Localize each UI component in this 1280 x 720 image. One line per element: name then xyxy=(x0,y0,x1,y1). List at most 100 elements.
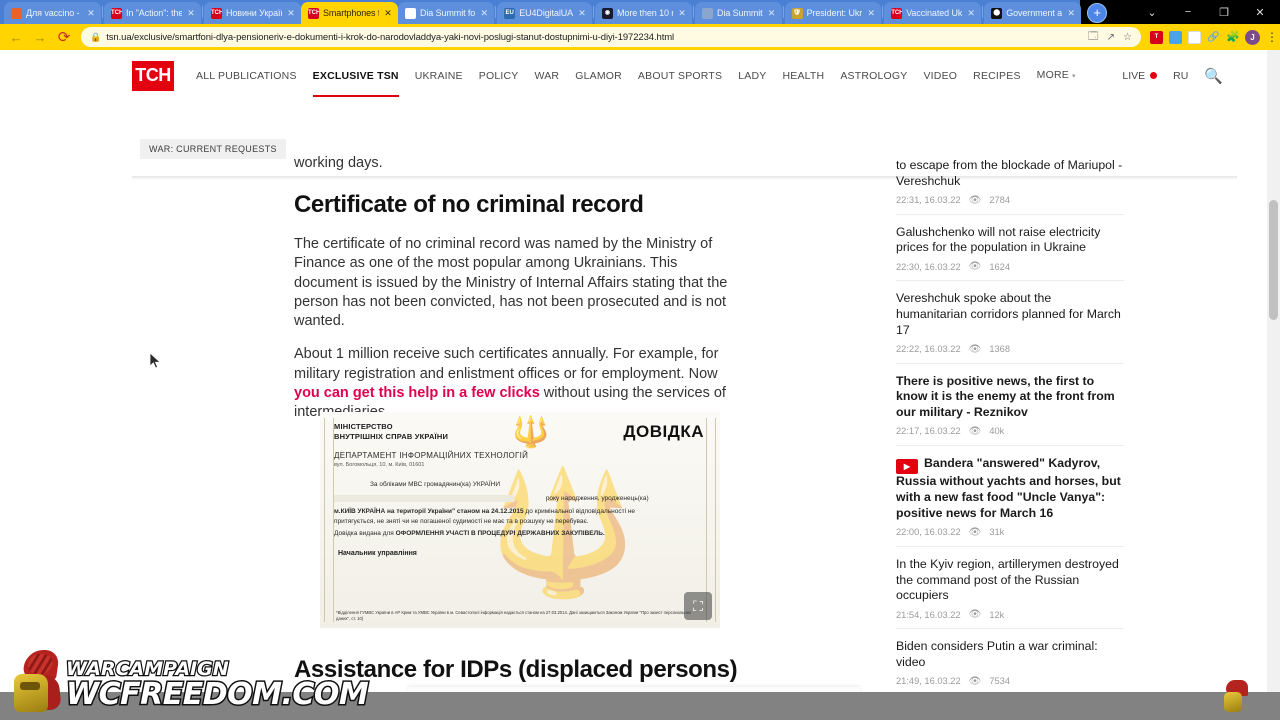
window-controls: ⌄ − ❐ ✕ xyxy=(1134,0,1280,24)
reload-button[interactable]: ⟳ xyxy=(52,25,76,49)
forward-button[interactable]: → xyxy=(28,25,52,49)
nav-item-exclusive-tsn[interactable]: EXCLUSIVE TSN xyxy=(305,61,407,97)
certificate-body-line-2: року народження, уродженець(ка) xyxy=(545,495,649,502)
bookmark-star-icon[interactable]: ☆ xyxy=(1123,32,1132,43)
news-item-views: 40k xyxy=(989,426,1005,437)
tab-title: More then 10 n xyxy=(617,8,674,18)
site-logo[interactable]: TCH xyxy=(132,60,174,91)
nav-item-video[interactable]: VIDEO xyxy=(915,61,965,91)
nav-item-glamor[interactable]: GLAMOR xyxy=(567,61,630,91)
eye-icon: 👁 xyxy=(968,609,982,621)
puzzle-extension-icon[interactable]: 🧩 xyxy=(1226,30,1240,44)
white-extension-icon[interactable] xyxy=(1188,30,1201,44)
news-item-meta: 22:00, 16.03.22 👁 31k xyxy=(896,527,1124,538)
certificate-date: 24.12.2015 xyxy=(491,508,524,515)
news-item-time: 22:17, 16.03.22 xyxy=(896,426,961,437)
tab-strip: Для vaccino - Е ✕ TCH In "Action": the ✕… xyxy=(0,0,1280,24)
news-list-item[interactable]: Galushchenko will not raise electricity … xyxy=(896,221,1124,282)
nav-item-war[interactable]: WAR xyxy=(526,61,567,91)
certificate-body-line-5-bold: ОФОРМЛЕННЯ УЧАСТІ В ПРОЦЕДУРІ ДЕРЖАВНИХ … xyxy=(395,530,605,537)
tab-favicon-icon: TCH xyxy=(111,7,122,19)
tab-close-icon[interactable]: ✕ xyxy=(186,8,196,19)
nav-item-health[interactable]: HEALTH xyxy=(774,61,832,91)
news-item-title: to escape from the blockade of Mariupol … xyxy=(896,158,1123,188)
browser-tab[interactable]: G Dia Summit fo ✕ xyxy=(398,2,495,24)
share-icon[interactable]: ↗ xyxy=(1107,32,1115,43)
blue-extension-icon[interactable] xyxy=(1169,30,1182,44)
live-indicator[interactable]: LIVE xyxy=(1122,70,1158,82)
tab-close-icon[interactable]: ✕ xyxy=(383,8,393,19)
news-item-meta: 22:30, 16.03.22 👁 1624 xyxy=(896,261,1124,272)
profile-avatar[interactable]: J xyxy=(1245,29,1260,45)
expand-fullscreen-icon[interactable]: ⛶ xyxy=(684,592,712,620)
browser-tab[interactable]: TCH In "Action": the ✕ xyxy=(104,2,201,24)
nav-item-more[interactable]: MORE ▾ xyxy=(1029,60,1084,92)
news-list-item[interactable]: to escape from the blockade of Mariupol … xyxy=(896,154,1124,215)
certificate-body-line-3a: м.КИЇВ УКРАЇНА на території України" ста… xyxy=(334,508,492,515)
window-maximize-icon[interactable]: ❐ xyxy=(1206,0,1242,24)
browser-tab[interactable]: Для vaccino - Е ✕ xyxy=(4,2,101,24)
browser-tab[interactable]: ⬤ Government ac ✕ xyxy=(984,2,1082,24)
browser-tab[interactable]: 🛡 President: Ukr ✕ xyxy=(784,2,882,24)
link-extension-icon[interactable]: 🔗 xyxy=(1207,30,1220,44)
browser-tab[interactable]: TCH Vaccinated Ukr ✕ xyxy=(884,2,982,24)
certificate-body-line-4: притягується, не зняті чи не погашеної с… xyxy=(334,518,589,525)
paragraph-2-pre: About 1 million receive such certificate… xyxy=(294,346,719,382)
tab-close-icon[interactable]: ✕ xyxy=(577,8,587,19)
news-list-item[interactable]: Vereshchuk spoke about the humanitarian … xyxy=(896,287,1124,364)
chrome-menu-icon[interactable]: ⋮ xyxy=(1266,30,1278,44)
news-item-meta: 21:49, 16.03.22 👁 7534 xyxy=(896,676,1124,687)
war-current-requests-tag[interactable]: WAR: CURRENT REQUESTS xyxy=(140,139,286,159)
site-header-right: LIVE RU 🔍 xyxy=(1122,67,1223,85)
tab-close-icon[interactable]: ✕ xyxy=(677,8,687,19)
certificate-image[interactable]: 🔱 🔱 МІНІСТЕРСТВО ВНУТРІШНІХ СПРАВ УКРАЇН… xyxy=(320,412,720,628)
certificate-scan: 🔱 🔱 МІНІСТЕРСТВО ВНУТРІШНІХ СПРАВ УКРАЇН… xyxy=(320,412,720,628)
browser-tab[interactable]: TCH Новини Україн ✕ xyxy=(204,2,301,24)
news-item-meta: 22:17, 16.03.22 👁 40k xyxy=(896,426,1124,437)
news-list-item[interactable]: Biden considers Putin a war criminal: vi… xyxy=(896,635,1124,696)
inline-link-get-help[interactable]: you can get this help in a few clicks xyxy=(294,385,540,401)
browser-tab[interactable]: ◉ More then 10 n ✕ xyxy=(595,2,693,24)
web-page: TCH ALL PUBLICATIONS EXCLUSIVE TSN UKRAI… xyxy=(0,50,1280,720)
tab-close-icon[interactable]: ✕ xyxy=(286,8,296,19)
browser-tab-active[interactable]: TCH Smartphones f ✕ xyxy=(301,2,398,24)
nav-item-ukraine[interactable]: UKRAINE xyxy=(407,61,471,91)
nav-item-astrology[interactable]: ASTROLOGY xyxy=(832,61,915,91)
tab-close-icon[interactable]: ✕ xyxy=(479,8,489,19)
spartan-helmet-logo-icon xyxy=(8,650,64,712)
nav-item-recipes[interactable]: RECIPES xyxy=(965,61,1029,91)
browser-tab[interactable]: Dia Summit ✕ xyxy=(695,2,782,24)
language-switch[interactable]: RU xyxy=(1173,70,1188,82)
tab-close-icon[interactable]: ✕ xyxy=(767,8,777,19)
nav-item-policy[interactable]: POLICY xyxy=(471,61,527,91)
tab-favicon-icon: 🛡 xyxy=(791,7,803,19)
news-item-title: Vereshchuk spoke about the humanitarian … xyxy=(896,291,1121,337)
back-button[interactable]: ← xyxy=(4,25,28,49)
tab-title: Для vaccino - Е xyxy=(26,8,82,18)
window-expand-icon[interactable]: ⌄ xyxy=(1134,0,1170,24)
nav-item-about-sports[interactable]: ABOUT SPORTS xyxy=(630,61,730,91)
window-close-icon[interactable]: ✕ xyxy=(1242,0,1278,24)
tab-close-icon[interactable]: ✕ xyxy=(1066,8,1076,19)
tab-favicon-icon: ⬤ xyxy=(991,7,1003,19)
tab-close-icon[interactable]: ✕ xyxy=(966,8,976,19)
tsn-extension-icon[interactable]: T xyxy=(1150,30,1163,44)
browser-tab[interactable]: EU EU4DigitalUA ✕ xyxy=(497,2,593,24)
page-scrollbar[interactable] xyxy=(1267,50,1280,694)
certificate-body-line-1: За обліками МВС громадянин(ка) УКРАЇНИ xyxy=(370,481,501,488)
nav-item-all-publications[interactable]: ALL PUBLICATIONS xyxy=(188,61,305,91)
tab-close-icon[interactable]: ✕ xyxy=(866,8,876,19)
window-minimize-icon[interactable]: − xyxy=(1170,0,1206,24)
scrollbar-thumb[interactable] xyxy=(1269,200,1278,320)
search-icon[interactable]: 🔍 xyxy=(1204,67,1223,85)
nav-item-lady[interactable]: LADY xyxy=(730,61,774,91)
translate-icon[interactable]: 🗔 xyxy=(1088,29,1099,46)
certificate-body-line-5-pre: Довідка видана для xyxy=(334,530,396,537)
address-bar[interactable]: 🔒 tsn.ua/exclusive/smartfoni-dlya-pensio… xyxy=(81,27,1141,47)
tab-title: EU4DigitalUA xyxy=(519,8,574,18)
news-item-time: 22:30, 16.03.22 xyxy=(896,261,961,272)
news-list-item[interactable]: There is positive news, the first to kno… xyxy=(896,370,1124,446)
news-list-item[interactable]: In the Kyiv region, artillerymen destroy… xyxy=(896,553,1124,630)
tab-close-icon[interactable]: ✕ xyxy=(86,8,96,19)
news-list-item[interactable]: ▶ Bandera "answered" Kadyrov, Russia with… xyxy=(896,452,1124,547)
